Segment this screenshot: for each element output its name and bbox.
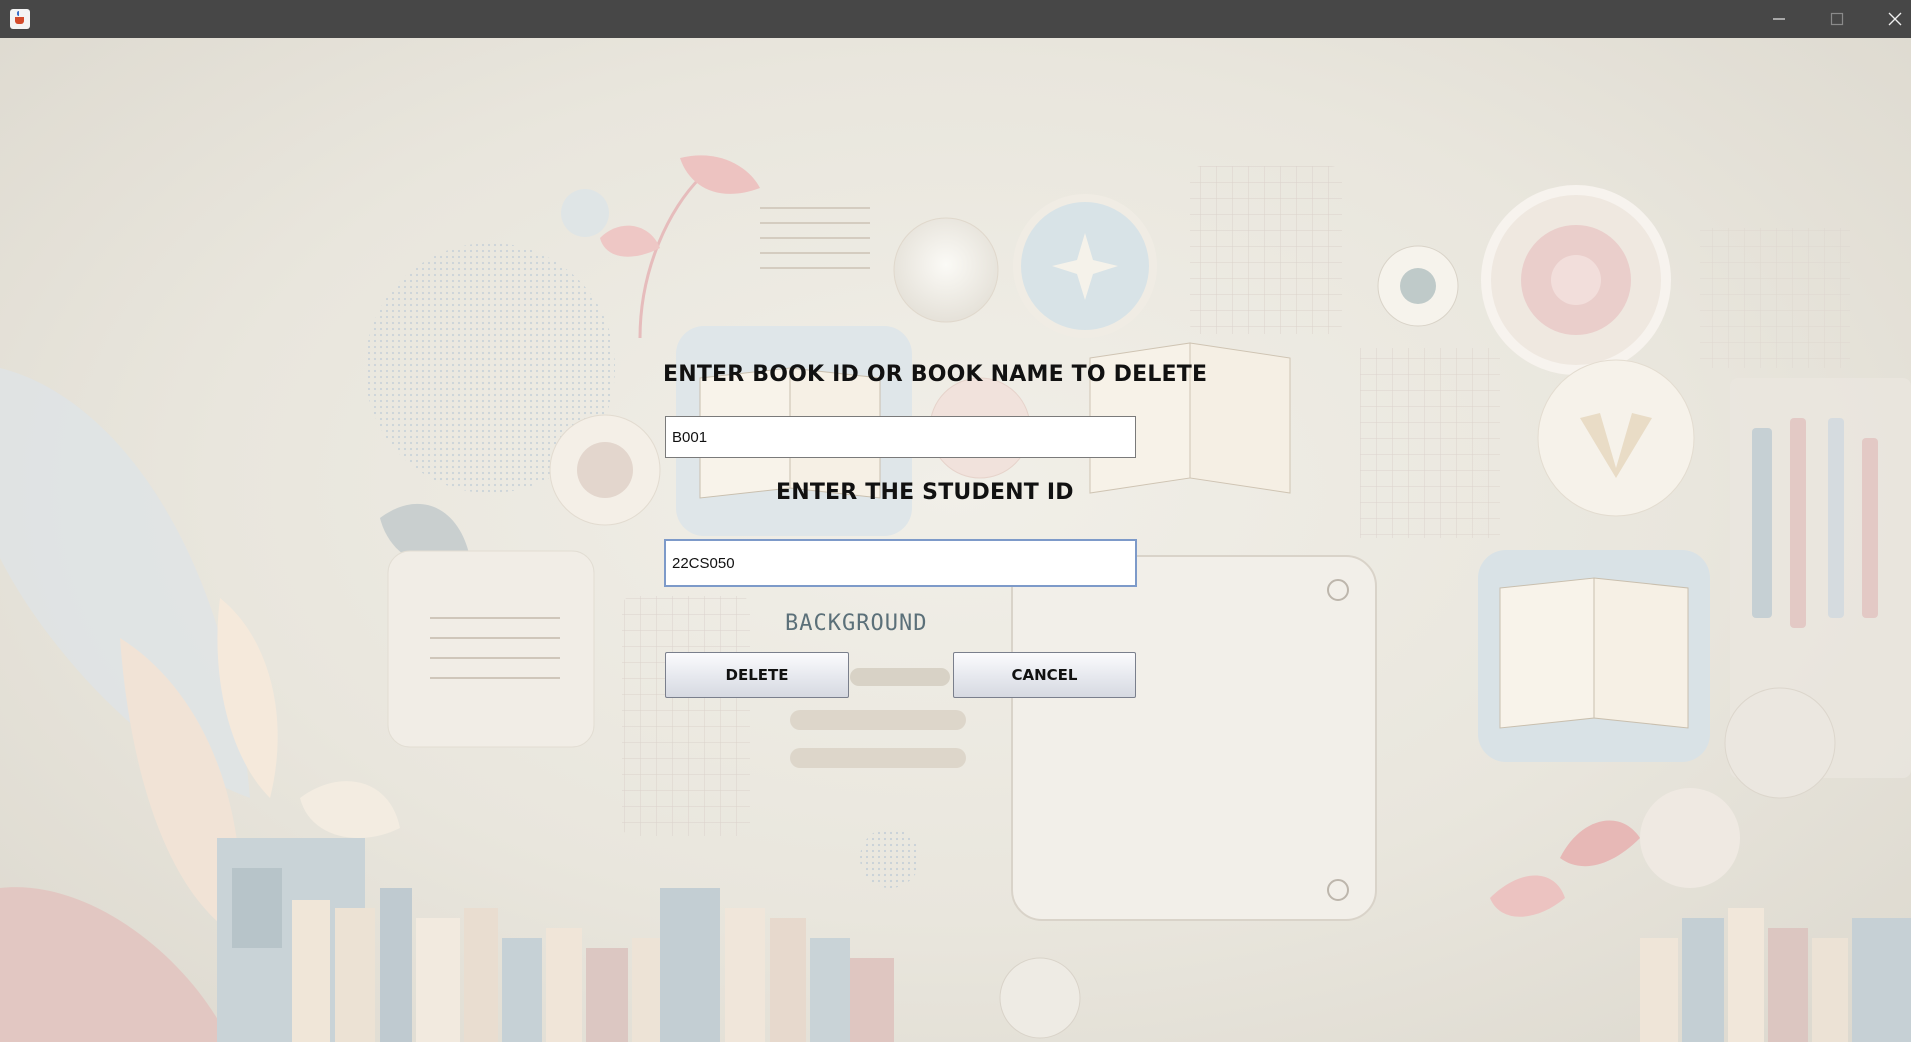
cancel-button[interactable]: CANCEL bbox=[953, 652, 1136, 698]
book-id-label: ENTER BOOK ID OR BOOK NAME TO DELETE bbox=[663, 362, 1208, 387]
background-caption: BACKGROUND bbox=[785, 611, 928, 636]
delete-button[interactable]: DELETE bbox=[665, 652, 849, 698]
window-titlebar[interactable] bbox=[0, 0, 1911, 38]
minimize-icon bbox=[1773, 18, 1785, 20]
student-id-input[interactable] bbox=[664, 539, 1137, 587]
close-button[interactable] bbox=[1866, 0, 1911, 38]
minimize-button[interactable] bbox=[1750, 0, 1808, 38]
close-icon bbox=[1888, 12, 1902, 26]
java-cup-icon bbox=[10, 9, 30, 29]
maximize-button[interactable] bbox=[1808, 0, 1866, 38]
student-id-label: ENTER THE STUDENT ID bbox=[776, 480, 1074, 505]
window-client-area: BACKGROUND ENTER BOOK ID OR BOOK NAME TO… bbox=[0, 38, 1911, 1042]
maximize-icon bbox=[1830, 12, 1844, 26]
book-id-input[interactable] bbox=[665, 416, 1136, 458]
